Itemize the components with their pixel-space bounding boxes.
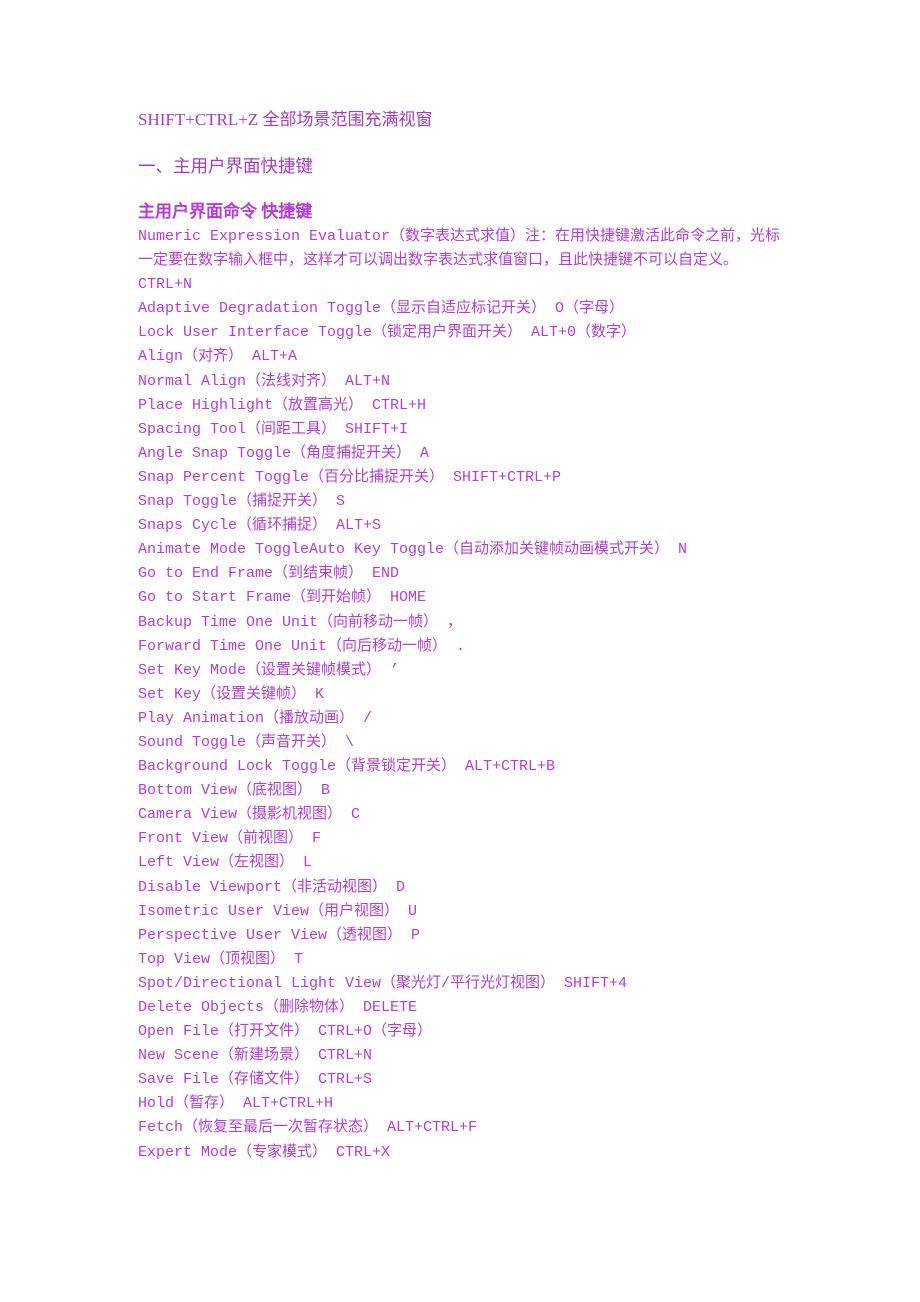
- shortcut-row: Bottom View（底视图） B: [138, 782, 331, 800]
- shortcut-row: Forward Time One Unit（向后移动一帧） .: [138, 637, 466, 655]
- shortcut-row: Angle Snap Toggle（角度捕捉开关） A: [138, 444, 430, 462]
- shortcut-row: Background Lock Toggle（背景锁定开关） ALT+CTRL+…: [138, 758, 556, 776]
- shortcut-row: Numeric Expression Evaluator（数字表达式求值）注：在…: [138, 228, 781, 294]
- shortcut-row: Set Key Mode（设置关键帧模式） ’: [138, 661, 400, 679]
- shortcut-row: Open File（打开文件） CTRL+O（字母）: [138, 1023, 433, 1041]
- document-body: SHIFT+CTRL+Z 全部场景范围充满视窗 一、主用户界面快捷键 主用户界面…: [138, 108, 793, 1165]
- shortcut-row: Snaps Cycle（循环捕捉） ALT+S: [138, 517, 382, 535]
- shortcut-row: Camera View（摄影机视图） C: [138, 806, 361, 824]
- column-header-line: 主用户界面命令 快捷键: [138, 202, 313, 221]
- shortcut-row: Align（对齐） ALT+A: [138, 348, 298, 366]
- shortcut-row: Hold（暂存） ALT+CTRL+H: [138, 1095, 334, 1113]
- shortcut-row: Animate Mode ToggleAuto Key Toggle（自动添加关…: [138, 541, 688, 559]
- shortcut-row: Front View（前视图） F: [138, 830, 322, 848]
- shortcut-row: Backup Time One Unit（向前移动一帧） ，: [138, 613, 463, 631]
- shortcut-row: Spot/Directional Light View（聚光灯/平行光灯视图） …: [138, 974, 628, 992]
- shortcut-row: Play Animation（播放动画） /: [138, 709, 373, 727]
- shortcut-row: Adaptive Degradation Toggle（显示自适应标记开关） O…: [138, 300, 625, 318]
- shortcut-list: Numeric Expression Evaluator（数字表达式求值）注：在…: [138, 225, 793, 1165]
- section-heading: 一、主用户界面快捷键: [138, 156, 313, 176]
- shortcut-row: Snap Percent Toggle（百分比捕捉开关） SHIFT+CTRL+…: [138, 468, 562, 486]
- document-page: SHIFT+CTRL+Z 全部场景范围充满视窗 一、主用户界面快捷键 主用户界面…: [0, 0, 920, 1302]
- shortcut-row: Set Key（设置关键帧） K: [138, 685, 325, 703]
- shortcut-row: Expert Mode（专家模式） CTRL+X: [138, 1143, 391, 1161]
- shortcut-row: Top View（顶视图） T: [138, 950, 304, 968]
- shortcut-row: Sound Toggle（声音开关） \: [138, 733, 355, 751]
- shortcut-row: Place Highlight（放置高光） CTRL+H: [138, 396, 427, 414]
- shortcut-row: Save File（存储文件） CTRL+S: [138, 1071, 373, 1089]
- shortcut-row: Go to End Frame（到结束帧） END: [138, 565, 400, 583]
- shortcut-row: Lock User Interface Toggle（锁定用户界面开关） ALT…: [138, 324, 637, 342]
- shortcut-row: Spacing Tool（间距工具） SHIFT+I: [138, 420, 409, 438]
- shortcut-row: Left View（左视图） L: [138, 854, 313, 872]
- shortcut-row: Perspective User View（透视图） P: [138, 926, 421, 944]
- shortcut-row: Isometric User View（用户视图） U: [138, 902, 418, 920]
- top-shortcut-line: SHIFT+CTRL+Z 全部场景范围充满视窗: [138, 110, 433, 129]
- shortcut-row: Normal Align（法线对齐） ALT+N: [138, 372, 391, 390]
- shortcut-row: Snap Toggle（捕捉开关） S: [138, 493, 346, 511]
- shortcut-row: New Scene（新建场景） CTRL+N: [138, 1047, 373, 1065]
- shortcut-row: Fetch（恢复至最后一次暂存状态） ALT+CTRL+F: [138, 1119, 478, 1137]
- shortcut-row: Delete Objects（删除物体） DELETE: [138, 999, 418, 1016]
- shortcut-row: Disable Viewport（非活动视图） D: [138, 878, 406, 896]
- shortcut-row: Go to Start Frame（到开始帧） HOME: [138, 589, 427, 607]
